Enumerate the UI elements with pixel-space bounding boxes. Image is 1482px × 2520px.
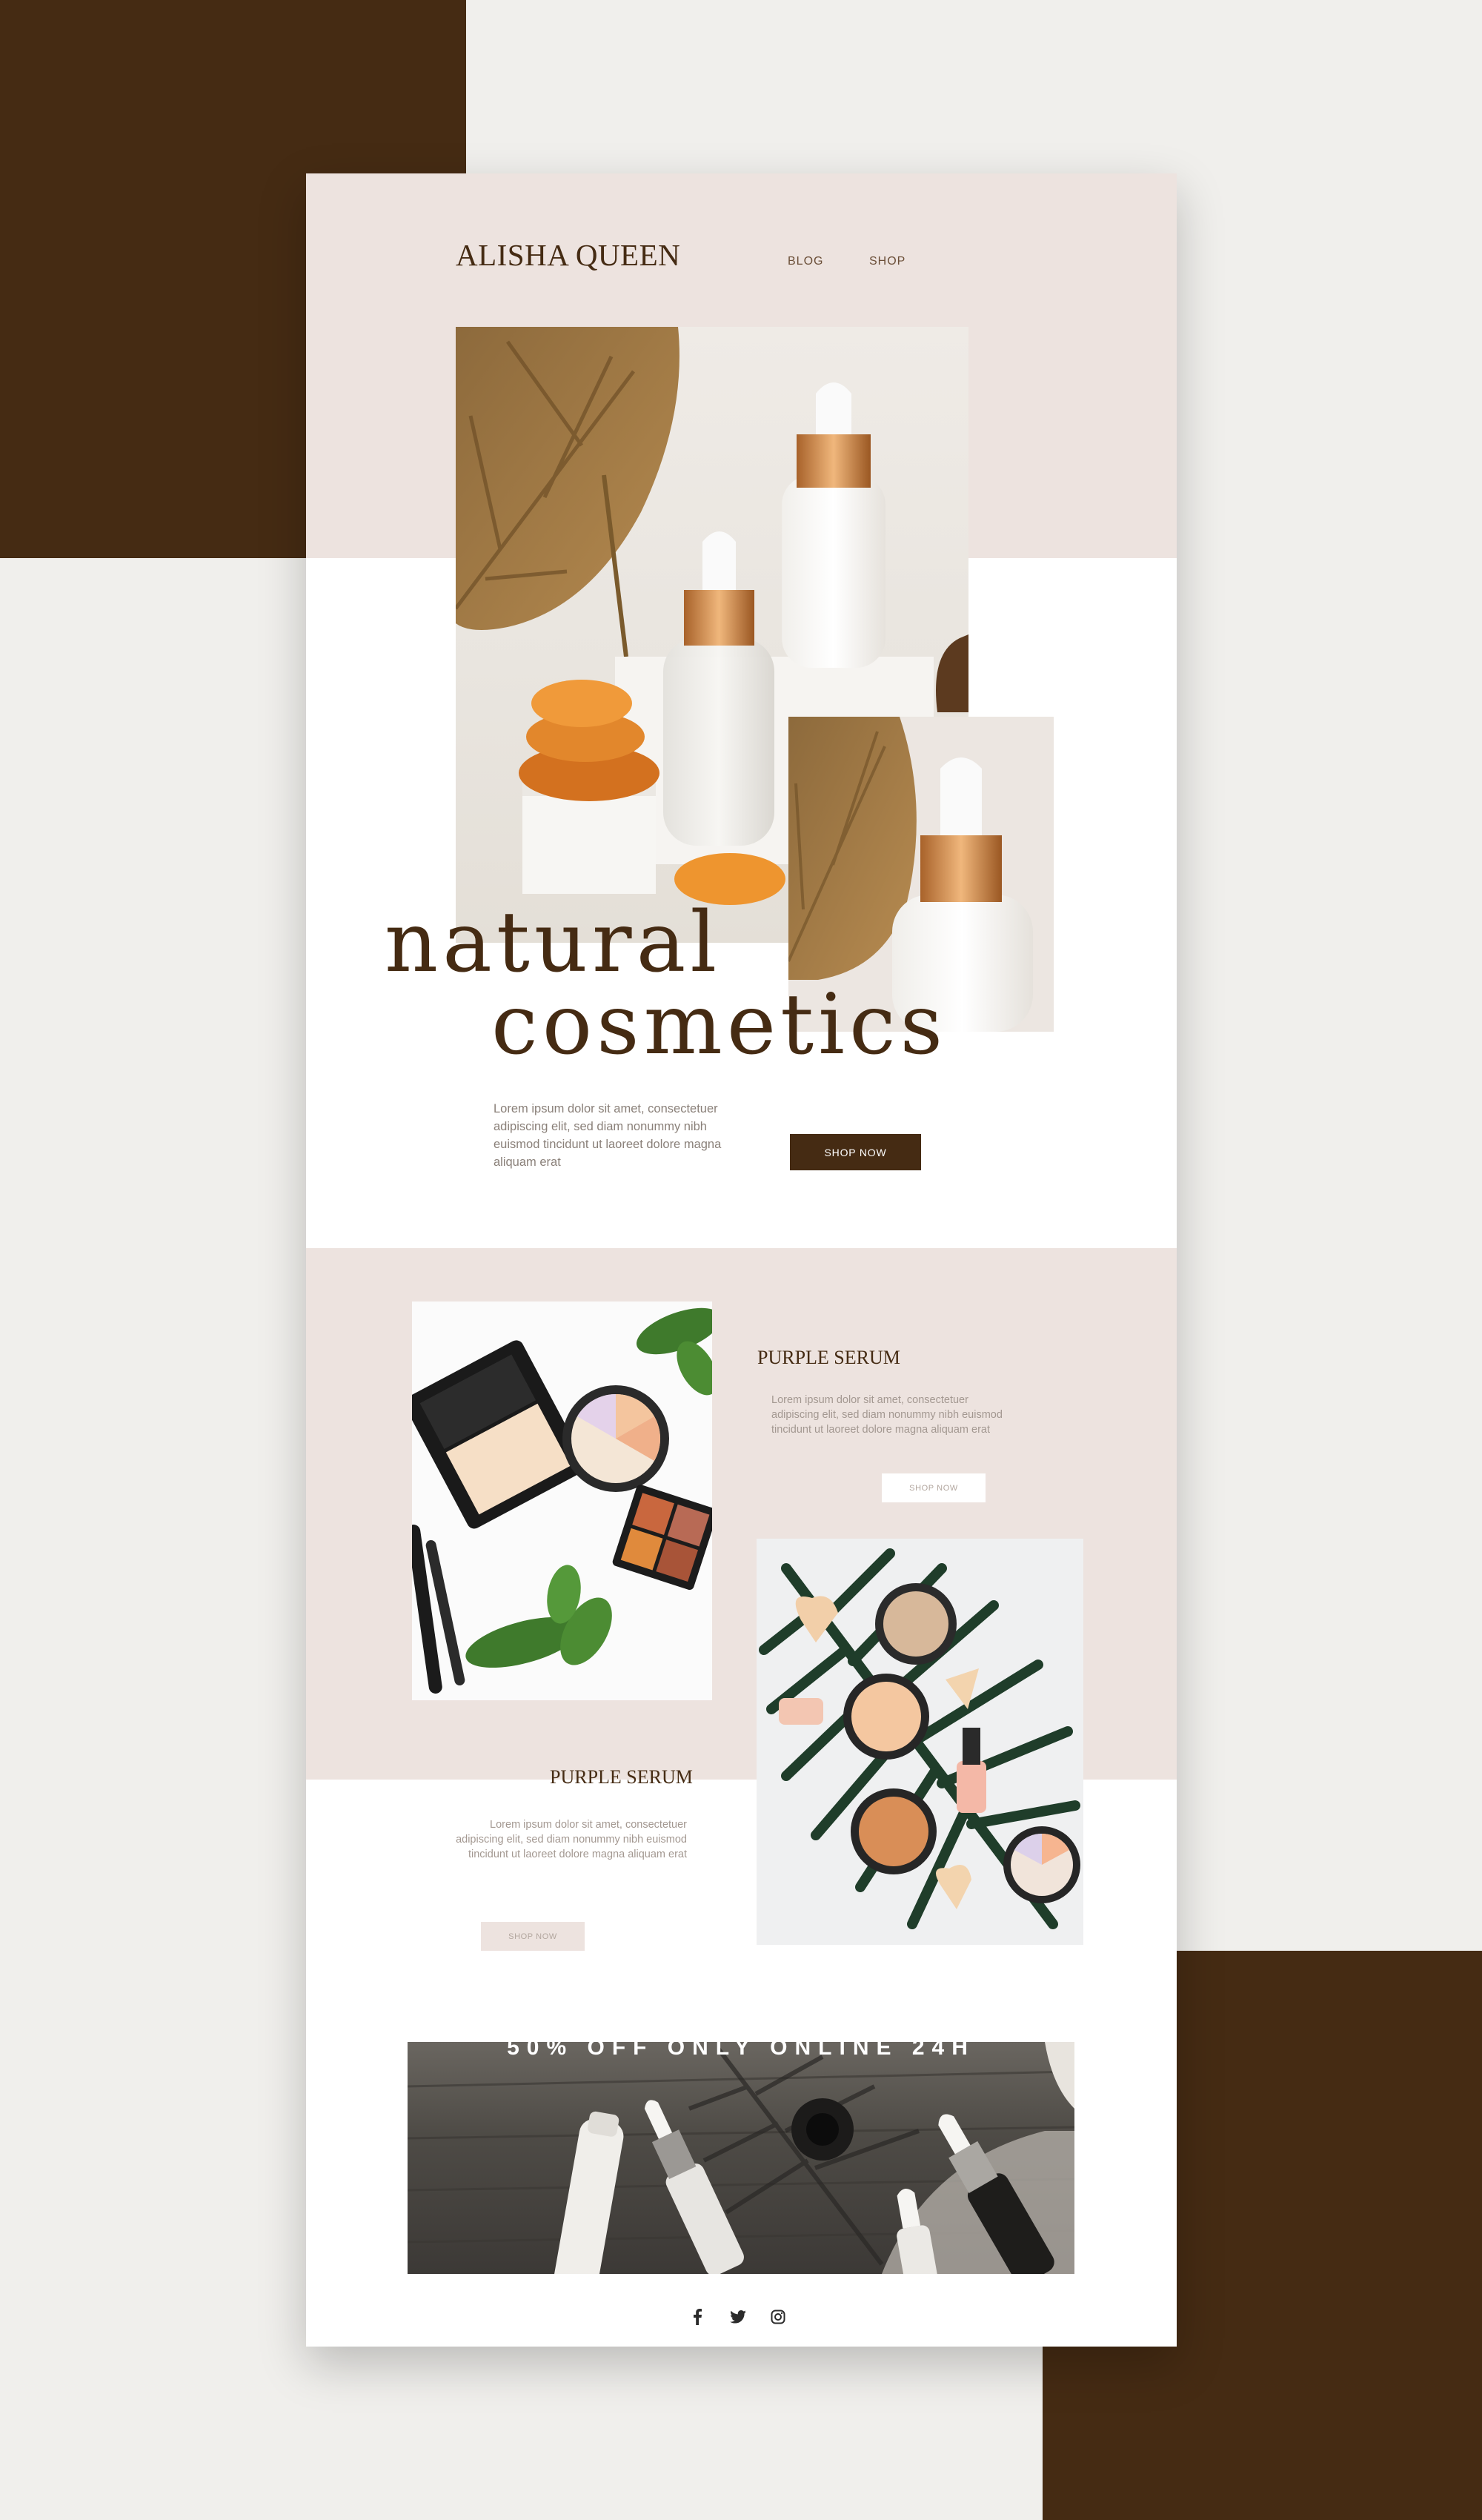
product-2-description: Lorem ipsum dolor sit amet, consectetuer…: [456, 1819, 687, 1860]
hero-shop-now-button[interactable]: SHOP NOW: [790, 1134, 921, 1170]
product-2-shop-now-button[interactable]: SHOP NOW: [481, 1922, 585, 1951]
product-1-image: [412, 1302, 712, 1700]
promo-banner-image[interactable]: [408, 2042, 1074, 2274]
product-2-image: [757, 1539, 1083, 1945]
instagram-icon[interactable]: [769, 2308, 787, 2326]
hero-description: Lorem ipsum dolor sit amet, consectetuer…: [494, 1102, 722, 1169]
facebook-icon[interactable]: [688, 2308, 706, 2326]
hero-title-line-2: cosmetics: [491, 977, 948, 1073]
nav-link-blog[interactable]: BLOG: [788, 255, 823, 268]
makeup-flatlay-illustration: [412, 1307, 712, 1694]
brand-logo[interactable]: ALISHA QUEEN: [456, 237, 680, 273]
hero-title-line-1: natural: [385, 895, 722, 991]
nav-link-shop[interactable]: SHOP: [869, 255, 906, 268]
promo-text: 50% OFF ONLY ONLINE 24H: [507, 2035, 975, 2060]
landing-page: ALISHA QUEEN BLOG SHOP natural cosmetics…: [306, 173, 1177, 2347]
twitter-icon[interactable]: [729, 2308, 747, 2326]
product-1-title: PURPLE SERUM: [757, 1347, 900, 1368]
product-1-shop-now-button[interactable]: SHOP NOW: [882, 1473, 986, 1502]
product-2-title: PURPLE SERUM: [550, 1766, 693, 1788]
product-1-description: Lorem ipsum dolor sit amet, consectetuer…: [771, 1394, 1003, 1436]
cosmetics-palm-illustration: [759, 1548, 1080, 1929]
promo-bottles-illustration: [408, 2042, 1074, 2274]
